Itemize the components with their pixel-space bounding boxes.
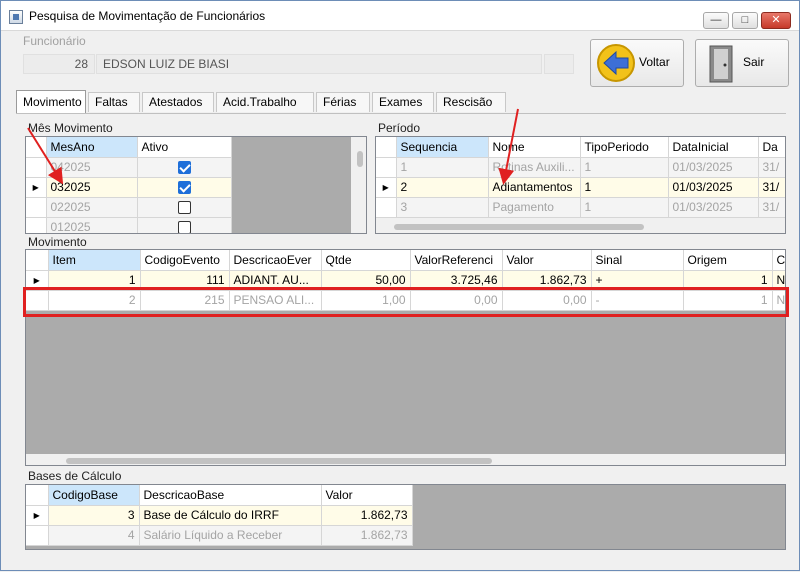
tab-exames[interactable]: Exames [372, 92, 434, 112]
table-row[interactable]: ▶ 032025 [26, 177, 232, 198]
app-icon [9, 10, 23, 24]
cell-sequencia: 3 [396, 197, 489, 218]
cell-tipo: 1 [580, 177, 669, 198]
bases-label: Bases de Cálculo [28, 469, 122, 483]
col-valor[interactable]: Valor [321, 485, 413, 506]
periodo-grid[interactable]: Sequencia Nome TipoPeriodo DataInicial D… [375, 136, 786, 234]
col-valorreferencia[interactable]: ValorReferenci [410, 250, 503, 271]
table-row[interactable]: 022025 [26, 197, 232, 218]
col-c[interactable]: C [772, 250, 785, 271]
cell-valor: 1.862,73 [321, 525, 413, 546]
back-arrow-icon [597, 44, 635, 82]
col-mesano[interactable]: MesAno [46, 137, 138, 158]
row-header-corner [26, 137, 47, 158]
col-descricaobase[interactable]: DescricaoBase [139, 485, 322, 506]
tab-divider [16, 113, 786, 114]
window-title: Pesquisa de Movimentação de Funcionários [29, 9, 266, 23]
cell-sequencia: 2 [396, 177, 489, 198]
current-row-indicator-icon: ▶ [26, 177, 47, 198]
cell-data-final: 31/ [758, 157, 785, 178]
highlight-box [23, 287, 789, 317]
table-row[interactable]: ▶ 2 Adiantamentos 1 01/03/2025 31/ [376, 177, 785, 198]
cell-tipo: 1 [580, 197, 669, 218]
ativo-checkbox[interactable] [177, 221, 191, 233]
mes-movimento-grid[interactable]: MesAno Ativo 042025 ▶ 032025 022025 0120… [25, 136, 367, 234]
cell-nome: Pagamento [488, 197, 581, 218]
ativo-checkbox[interactable] [177, 161, 191, 175]
cell-data-final: 31/ [758, 197, 785, 218]
cell-mesano: 022025 [46, 197, 138, 218]
tab-movimento[interactable]: Movimento [16, 90, 86, 113]
col-datainicial[interactable]: DataInicial [668, 137, 759, 158]
ativo-checkbox[interactable] [177, 181, 191, 195]
cell-mesano: 012025 [46, 217, 138, 233]
col-valor[interactable]: Valor [502, 250, 592, 271]
cell-tipo: 1 [580, 157, 669, 178]
mes-movimento-label: Mês Movimento [28, 121, 113, 135]
table-row[interactable]: ▶ 3 Base de Cálculo do IRRF 1.862,73 [26, 505, 413, 526]
col-qtde[interactable]: Qtde [321, 250, 411, 271]
cell-data-inicial: 01/03/2025 [668, 177, 759, 198]
cell-data-inicial: 01/03/2025 [668, 157, 759, 178]
minimize-icon[interactable]: — [703, 12, 729, 29]
funcionario-extra-field [544, 54, 574, 74]
exit-door-icon [709, 45, 733, 83]
col-nome[interactable]: Nome [488, 137, 581, 158]
cell-codigo: 3 [48, 505, 140, 526]
col-sinal[interactable]: Sinal [591, 250, 684, 271]
tab-acid-trabalho[interactable]: Acid.Trabalho [216, 92, 314, 112]
current-row-indicator-icon: ▶ [376, 177, 397, 198]
cell-descricao: Salário Líquido a Receber [139, 525, 322, 546]
table-row[interactable]: 042025 [26, 157, 232, 178]
tab-atestados[interactable]: Atestados [142, 92, 214, 112]
horizontal-scroll-thumb[interactable] [394, 224, 644, 230]
col-codigoevento[interactable]: CodigoEvento [140, 250, 230, 271]
maximize-icon[interactable]: □ [732, 12, 758, 29]
col-datafinal[interactable]: Da [758, 137, 785, 158]
voltar-label: Voltar [639, 55, 670, 69]
table-row[interactable]: 4 Salário Líquido a Receber 1.862,73 [26, 525, 413, 546]
cell-codigo: 4 [48, 525, 140, 546]
table-row[interactable]: 012025 [26, 217, 232, 233]
close-icon[interactable]: ✕ [761, 12, 791, 29]
cell-nome: Adiantamentos [488, 177, 581, 198]
col-tipoperiodo[interactable]: TipoPeriodo [580, 137, 669, 158]
periodo-label: Período [378, 121, 421, 135]
ativo-checkbox[interactable] [177, 201, 191, 215]
cell-mesano: 042025 [46, 157, 138, 178]
main-window: Pesquisa de Movimentação de Funcionários… [0, 0, 800, 571]
funcionario-code-field: 28 [23, 54, 95, 74]
col-sequencia[interactable]: Sequencia [396, 137, 489, 158]
cell-sequencia: 1 [396, 157, 489, 178]
tab-faltas[interactable]: Faltas [88, 92, 140, 112]
cell-nome: Rotinas Auxili... [488, 157, 581, 178]
sair-label: Sair [743, 55, 765, 69]
current-row-indicator-icon: ▶ [26, 505, 49, 526]
title-bar: Pesquisa de Movimentação de Funcionários… [1, 1, 799, 31]
col-item[interactable]: Item [48, 250, 141, 271]
col-descricaoevento[interactable]: DescricaoEver [229, 250, 322, 271]
tab-ferias[interactable]: Férias [316, 92, 370, 112]
col-origem[interactable]: Origem [683, 250, 773, 271]
vertical-scroll-thumb[interactable] [357, 151, 363, 167]
funcionario-label: Funcionário [23, 34, 86, 48]
movimento-grid[interactable]: Item CodigoEvento DescricaoEver Qtde Val… [25, 249, 786, 466]
voltar-button[interactable]: Voltar [590, 39, 684, 87]
col-codigobase[interactable]: CodigoBase [48, 485, 140, 506]
cell-data-inicial: 01/03/2025 [668, 197, 759, 218]
table-row[interactable]: 3 Pagamento 1 01/03/2025 31/ [376, 197, 785, 218]
funcionario-name-field: EDSON LUIZ DE BIASI [96, 54, 542, 74]
cell-mesano: 032025 [46, 177, 138, 198]
sair-button[interactable]: Sair [695, 39, 789, 87]
table-row[interactable]: 1 Rotinas Auxili... 1 01/03/2025 31/ [376, 157, 785, 178]
movimento-label: Movimento [28, 235, 87, 249]
cell-data-final: 31/ [758, 177, 785, 198]
tab-rescisao[interactable]: Rescisão [436, 92, 506, 112]
cell-descricao: Base de Cálculo do IRRF [139, 505, 322, 526]
col-ativo[interactable]: Ativo [137, 137, 232, 158]
horizontal-scroll-thumb[interactable] [66, 458, 492, 464]
bases-grid[interactable]: CodigoBase DescricaoBase Valor ▶ 3 Base … [25, 484, 786, 550]
cell-valor: 1.862,73 [321, 505, 413, 526]
